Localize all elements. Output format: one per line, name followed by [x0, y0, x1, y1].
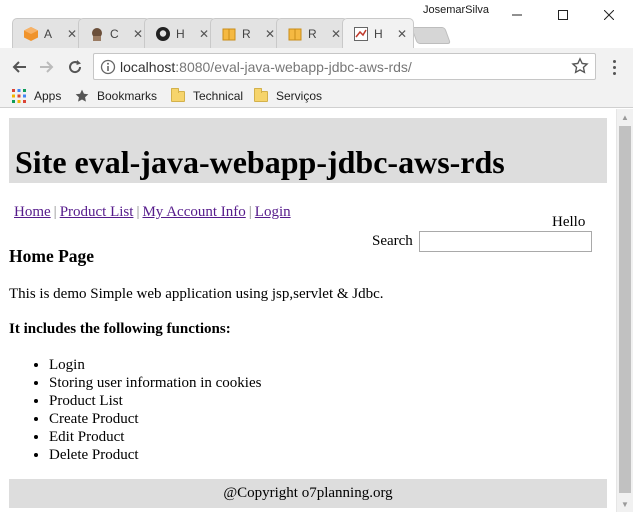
functions-list: Login Storing user information in cookie… [9, 356, 261, 464]
site-footer: @Copyright o7planning.org [9, 479, 607, 508]
menu-dot [612, 65, 616, 69]
star-icon [74, 88, 90, 104]
tab-title: R [242, 26, 251, 41]
box-icon [287, 26, 303, 42]
folder-icon [170, 87, 186, 104]
tab-title: C [110, 26, 119, 41]
bookmarks-bar: Apps Bookmarks Technical Serviços [0, 84, 633, 108]
tab-5[interactable]: R ✕ [276, 18, 348, 48]
tab-close-icon[interactable]: ✕ [265, 27, 275, 41]
bookmark-label: Apps [34, 89, 62, 103]
bookmark-label: Bookmarks [97, 89, 158, 103]
aws-cube-icon [23, 26, 39, 42]
apps-grid-icon [11, 88, 27, 104]
bookmark-star-icon[interactable] [571, 57, 589, 75]
list-item: Product List [49, 392, 261, 410]
back-arrow-icon [12, 61, 26, 73]
page-icon [353, 26, 369, 42]
tab-title: H [374, 26, 383, 41]
info-icon[interactable] [100, 59, 116, 75]
forward-button[interactable] [35, 55, 59, 79]
forward-arrow-icon [40, 61, 54, 73]
nav-separator: | [136, 204, 140, 220]
tab-strip: A ✕ C ✕ H ✕ R ✕ R ✕ H ✕ [0, 18, 633, 48]
tab-close-icon[interactable]: ✕ [67, 27, 77, 41]
nav-separator: | [248, 204, 252, 220]
tab-title: R [308, 26, 317, 41]
nav-separator: | [53, 204, 57, 220]
tab-2[interactable]: C ✕ [78, 18, 150, 48]
address-bar[interactable]: localhost:8080/eval-java-webapp-jdbc-aws… [93, 53, 596, 80]
functions-heading: It includes the following functions: [9, 321, 231, 337]
tab-close-icon[interactable]: ✕ [331, 27, 341, 41]
chrome-menu-button[interactable] [604, 56, 624, 78]
bookmark-label: Serviços [276, 89, 323, 103]
nav-link-home[interactable]: Home [14, 204, 51, 220]
site-header: Site eval-java-webapp-jdbc-aws-rds [9, 118, 607, 183]
page-viewport: Site eval-java-webapp-jdbc-aws-rds Home |… [0, 109, 633, 512]
search-label: Search [372, 233, 413, 249]
new-tab-button[interactable] [410, 27, 452, 44]
box-icon [221, 26, 237, 42]
tab-close-icon[interactable]: ✕ [133, 27, 143, 41]
title-bar: JosemarSilva A ✕ C ✕ H ✕ R ✕ R ✕ H ✕ [0, 0, 633, 48]
bookmark-label: Technical [193, 89, 244, 103]
scrollbar-thumb[interactable] [619, 126, 631, 493]
tab-close-icon[interactable]: ✕ [397, 27, 407, 41]
back-button[interactable] [7, 55, 31, 79]
tab-3[interactable]: H ✕ [144, 18, 216, 48]
bookmark-apps[interactable]: Apps [11, 87, 61, 105]
profile-name[interactable]: JosemarSilva [423, 4, 489, 16]
nav-link-product-list[interactable]: Product List [60, 204, 134, 220]
list-item: Create Product [49, 410, 261, 428]
menu-dot [612, 59, 616, 63]
tab-title: A [44, 26, 53, 41]
tab-1[interactable]: A ✕ [12, 18, 84, 48]
bookmark-bookmarks[interactable]: Bookmarks [74, 87, 157, 105]
github-icon [155, 26, 171, 42]
nav-link-login[interactable]: Login [255, 204, 291, 220]
site-title: Site eval-java-webapp-jdbc-aws-rds [15, 144, 505, 180]
tab-title: H [176, 26, 185, 41]
list-item: Login [49, 356, 261, 374]
tab-6-active[interactable]: H ✕ [342, 18, 414, 48]
url-host: localhost [120, 59, 176, 75]
list-item: Delete Product [49, 446, 261, 464]
bookmark-folder-servicos[interactable]: Serviços [253, 87, 322, 105]
intro-text: This is demo Simple web application usin… [9, 286, 384, 302]
reload-icon [69, 60, 82, 74]
scroll-up-arrow-icon[interactable]: ▲ [617, 109, 633, 125]
search-input[interactable] [419, 231, 592, 252]
url-path: :8080/eval-java-webapp-jdbc-aws-rds/ [175, 59, 412, 75]
scroll-down-arrow-icon[interactable]: ▼ [617, 496, 633, 512]
tab-close-icon[interactable]: ✕ [199, 27, 209, 41]
folder-icon [253, 87, 269, 104]
site-nav: Home | Product List | My Account Info | Login [14, 204, 291, 221]
url-text[interactable]: localhost:8080/eval-java-webapp-jdbc-aws… [120, 59, 412, 75]
reload-button[interactable] [63, 55, 87, 79]
list-item: Storing user information in cookies [49, 374, 261, 392]
bookmark-folder-technical[interactable]: Technical [170, 87, 243, 105]
tab-4[interactable]: R ✕ [210, 18, 282, 48]
browser-toolbar: localhost:8080/eval-java-webapp-jdbc-aws… [0, 48, 633, 84]
vertical-scrollbar[interactable]: ▲ ▼ [616, 109, 633, 512]
nav-link-my-account-info[interactable]: My Account Info [142, 204, 245, 220]
hello-text: Hello [552, 214, 586, 230]
octocat-icon [89, 26, 105, 42]
page-heading: Home Page [9, 246, 95, 266]
menu-dot [612, 71, 616, 75]
list-item: Edit Product [49, 428, 261, 446]
